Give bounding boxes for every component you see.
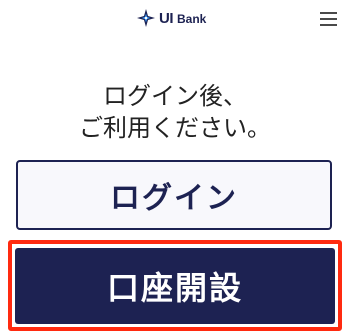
login-button-label: ログイン [110, 181, 238, 216]
prompt-line-2: ご利用ください。 [79, 114, 271, 142]
hamburger-menu-icon[interactable] [318, 10, 340, 28]
brand-logo[interactable]: UI Bank [136, 6, 206, 30]
star-logo-icon [136, 8, 156, 28]
brand-bank-text: Bank [177, 11, 207, 26]
login-page: UI Bank ログイン後、 ご利用ください。 ログイン 口座開設 [0, 0, 350, 333]
app-header: UI Bank [0, 0, 350, 36]
prompt-line-1: ログイン後、 [103, 82, 247, 110]
open-account-button-label: 口座開設 [106, 269, 243, 307]
login-prompt: ログイン後、 ご利用ください。 [0, 80, 350, 144]
login-button[interactable]: ログイン [16, 160, 332, 230]
brand-ui-text: UI [159, 9, 174, 27]
open-account-button[interactable]: 口座開設 [15, 248, 335, 324]
brand-name: UI Bank [159, 11, 206, 26]
